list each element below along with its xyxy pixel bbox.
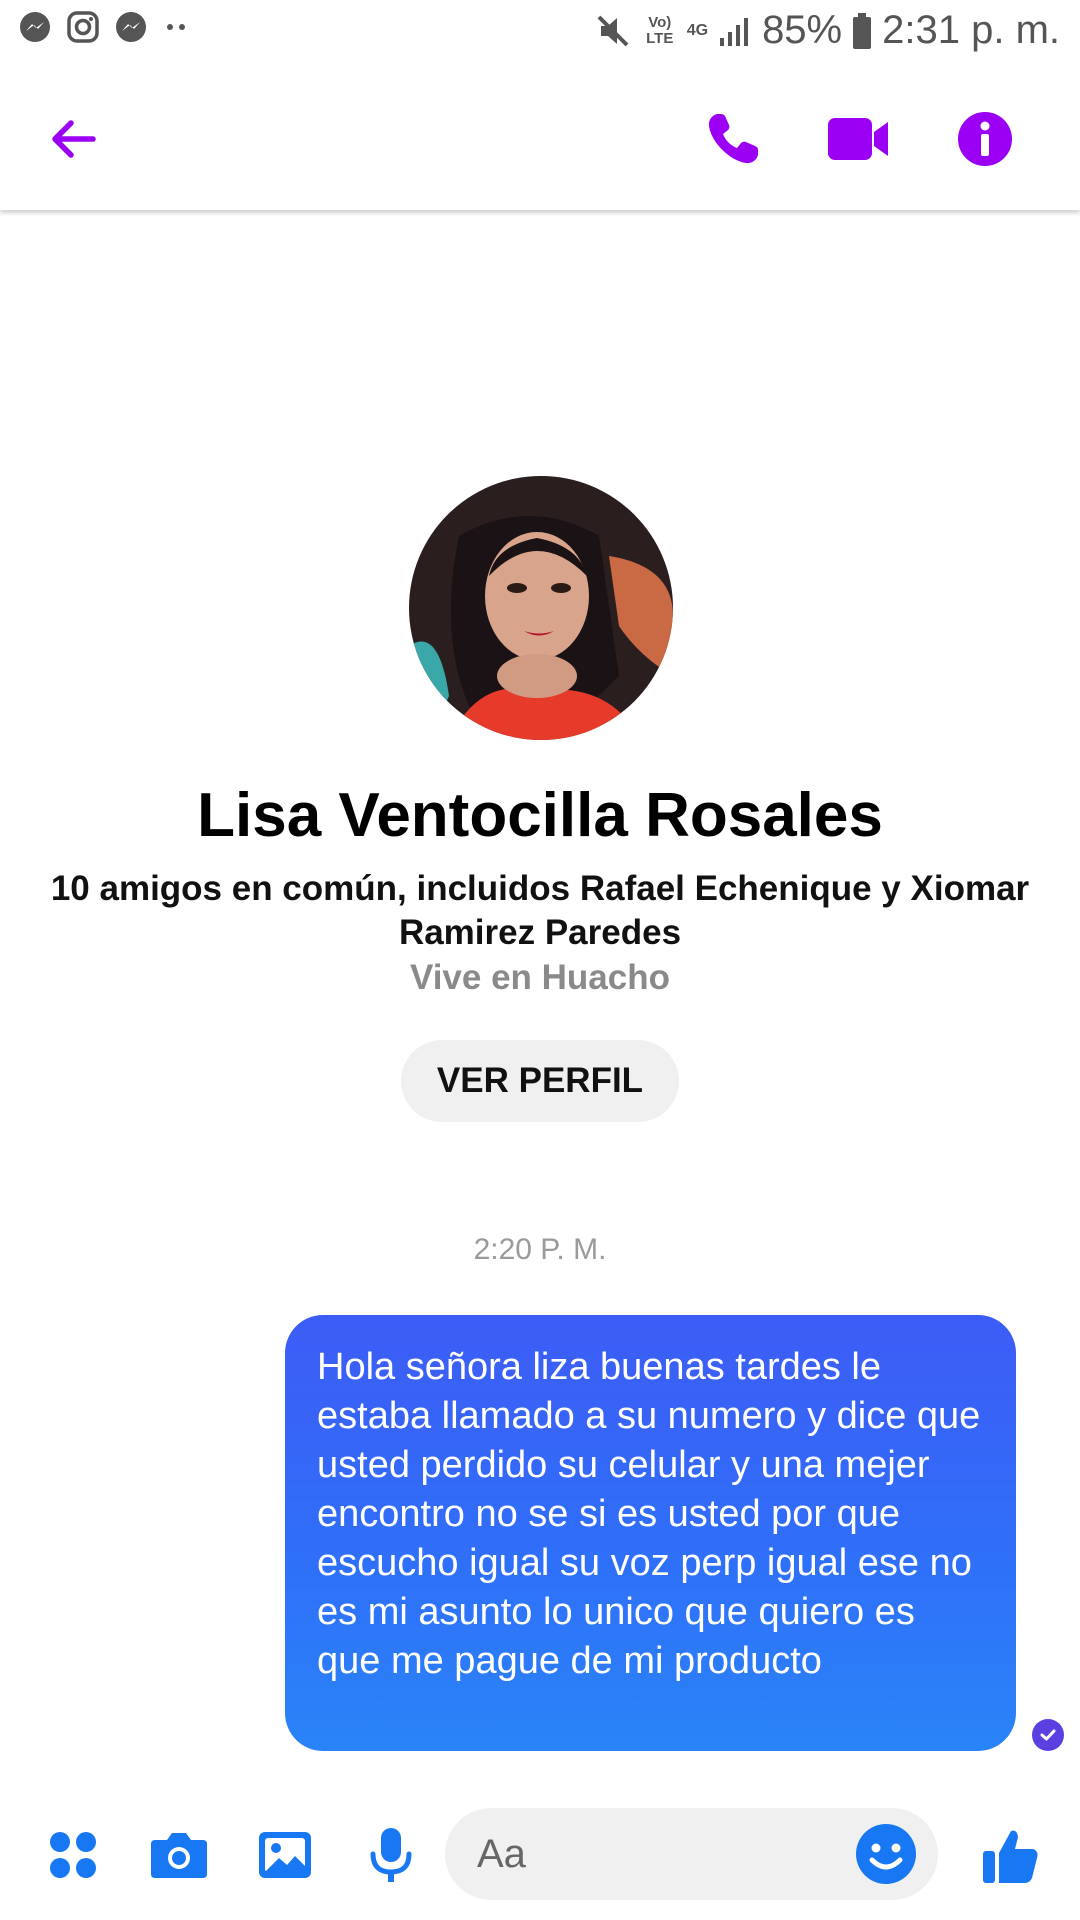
message-input[interactable]: Aa (445, 1808, 938, 1900)
info-icon (958, 112, 1012, 166)
thumbs-up-icon (983, 1830, 1038, 1883)
voice-message-button[interactable] (358, 1822, 424, 1888)
mute-icon (597, 15, 629, 46)
avatar[interactable] (409, 476, 673, 740)
battery-percent: 85% (762, 8, 843, 52)
network-type: 4G (686, 21, 709, 39)
profile-photo (409, 476, 673, 740)
more-notifications-icon (167, 24, 185, 30)
battery-icon (853, 12, 872, 49)
back-arrow-icon (52, 120, 96, 158)
message-input-placeholder: Aa (477, 1831, 526, 1876)
chat-header (0, 64, 1080, 210)
four-dots-icon (50, 1832, 96, 1878)
camera-icon (151, 1833, 207, 1878)
clock: 2:31 p. m. (882, 8, 1060, 52)
more-actions-button[interactable] (40, 1822, 106, 1888)
conversation-info-button[interactable] (950, 104, 1020, 174)
message-text: Hola señora liza buenas tardes le estaba… (317, 1346, 981, 1682)
composer-bar: Aa (0, 1790, 1080, 1920)
message-timestamp: 2:20 P. M. (473, 1233, 607, 1266)
sent-check-icon (1032, 1719, 1064, 1751)
messenger-notification-icon (20, 12, 50, 42)
video-call-button[interactable] (824, 104, 894, 174)
instagram-notification-icon (67, 11, 99, 43)
back-button[interactable] (38, 104, 108, 174)
voice-call-button[interactable] (698, 104, 768, 174)
contact-name: Lisa Ventocilla Rosales (197, 781, 883, 850)
signal-icon (720, 17, 749, 46)
emoji-icon[interactable] (852, 1820, 920, 1888)
location-text: Vive en Huacho (409, 958, 670, 997)
image-icon (259, 1832, 311, 1878)
status-bar: Vo) LTE 4G 85% 2:31 p. m. (0, 0, 1080, 64)
gallery-button[interactable] (252, 1822, 318, 1888)
messenger-notification-icon-2 (116, 12, 146, 42)
volte-indicator: Vo) LTE (646, 13, 674, 47)
phone-icon (708, 114, 758, 164)
camera-button[interactable] (146, 1822, 212, 1888)
video-camera-icon (828, 118, 888, 160)
view-profile-button[interactable]: VER PERFIL (401, 1040, 679, 1122)
mutual-friends-text: 10 amigos en común, incluidos Rafael Ech… (50, 869, 1030, 952)
system-status: Vo) LTE 4G 85% 2:31 p. m. (593, 8, 1060, 53)
like-button[interactable] (978, 1822, 1044, 1888)
outgoing-message-bubble[interactable]: Hola señora liza buenas tardes le estaba… (285, 1315, 1016, 1751)
microphone-icon (370, 1828, 412, 1882)
notification-icons (18, 10, 192, 44)
